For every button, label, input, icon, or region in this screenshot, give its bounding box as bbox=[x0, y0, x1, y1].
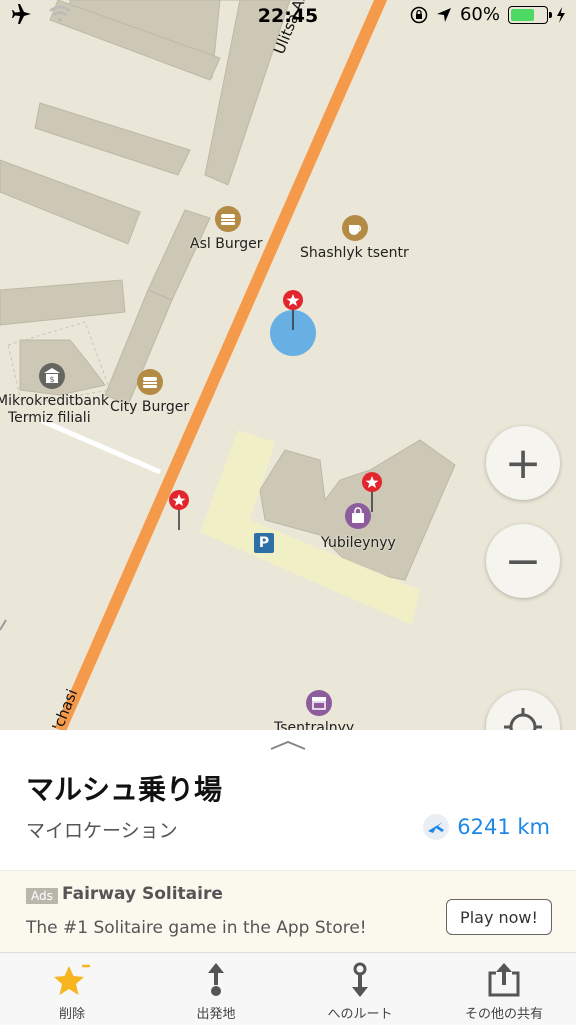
poi-label: Shashlyk tsentr bbox=[300, 245, 409, 261]
poi-mikrokreditbank[interactable]: $ bbox=[38, 362, 66, 390]
distance-indicator: 6241 km bbox=[423, 814, 550, 840]
plus-icon: + bbox=[504, 437, 542, 489]
route-start-icon bbox=[208, 963, 224, 996]
crosshair-icon bbox=[504, 708, 542, 730]
charging-bolt-icon bbox=[557, 6, 565, 23]
zoom-out-button[interactable]: − bbox=[486, 524, 560, 598]
building bbox=[0, 279, 126, 326]
ad-title[interactable]: Fairway Solitaire bbox=[62, 884, 223, 904]
bank-icon: $ bbox=[39, 363, 65, 389]
bottom-toolbar: 削除 出発地 へのルート その他の共有 bbox=[0, 952, 576, 1025]
building bbox=[147, 209, 211, 301]
tab-label: 削除 bbox=[58, 1007, 85, 1022]
star-icon bbox=[54, 964, 90, 995]
bookmark-pin[interactable] bbox=[282, 290, 304, 332]
battery-icon bbox=[508, 5, 552, 24]
coffee-cup-icon bbox=[342, 215, 368, 241]
burger-icon bbox=[215, 206, 241, 232]
footpath bbox=[39, 417, 161, 475]
poi-label: Mikrokreditbank bbox=[0, 393, 109, 409]
star-pin-icon bbox=[362, 472, 382, 512]
bookmark-pin[interactable] bbox=[168, 490, 190, 532]
direction-arrow-icon bbox=[423, 814, 450, 840]
poi-shashlyk-tsentr[interactable] bbox=[341, 214, 369, 242]
star-pin-icon bbox=[169, 490, 189, 530]
sheet-handle-chevron-icon[interactable] bbox=[270, 740, 306, 750]
building bbox=[0, 159, 141, 245]
map-canvas[interactable] bbox=[0, 0, 576, 730]
place-title: マルシュ乗り場 bbox=[26, 773, 223, 806]
poi-label: Tsentralnyy bbox=[274, 720, 355, 730]
poi-tsentralnyy[interactable] bbox=[305, 689, 333, 717]
share-icon bbox=[488, 963, 520, 997]
tab-route-to[interactable]: へのルート bbox=[288, 953, 432, 1025]
battery-percent: 60% bbox=[459, 4, 500, 25]
poi-label: City Burger bbox=[110, 399, 190, 415]
location-arrow-icon bbox=[436, 7, 451, 22]
zoom-in-button[interactable]: + bbox=[486, 426, 560, 500]
tab-label: 出発地 bbox=[196, 1007, 236, 1022]
market-icon bbox=[306, 690, 332, 716]
star-pin-icon bbox=[283, 290, 303, 330]
tab-label: へのルート bbox=[327, 1007, 393, 1022]
poi-label: Yubileynyy bbox=[321, 535, 396, 551]
place-sheet[interactable]: マルシュ乗り場 マイロケーション 6241 km bbox=[0, 730, 576, 870]
parking-icon: P bbox=[254, 533, 274, 553]
ad-banner[interactable]: Ads Fairway Solitaire The #1 Solitaire g… bbox=[0, 870, 576, 953]
map-view[interactable]: Ulitsa At-Termi o'chasi Asl Burger Shash… bbox=[0, 0, 576, 730]
svg-text:$: $ bbox=[49, 375, 54, 384]
orientation-lock-icon bbox=[410, 6, 428, 23]
my-location-button[interactable] bbox=[486, 690, 560, 730]
tab-delete-bookmark[interactable]: 削除 bbox=[0, 953, 144, 1025]
building bbox=[34, 102, 191, 176]
place-subtitle: マイロケーション bbox=[26, 820, 178, 842]
burger-icon bbox=[137, 369, 163, 395]
route-end-icon bbox=[352, 962, 368, 997]
minus-icon: − bbox=[504, 535, 542, 587]
poi-label: Asl Burger bbox=[190, 236, 263, 252]
tab-label: その他の共有 bbox=[464, 1007, 543, 1022]
status-bar: 22:45 60% bbox=[0, 0, 576, 32]
ad-description: The #1 Solitaire game in the App Store! bbox=[26, 918, 367, 938]
bookmark-pin[interactable] bbox=[361, 472, 383, 514]
ad-badge: Ads bbox=[26, 888, 58, 904]
poi-city-burger[interactable] bbox=[136, 368, 164, 396]
play-now-button[interactable]: Play now! bbox=[446, 899, 552, 935]
poi-label: Termiz filiali bbox=[8, 410, 91, 426]
poi-asl-burger[interactable] bbox=[214, 205, 242, 233]
distance-value: 6241 km bbox=[457, 815, 550, 839]
tab-route-from[interactable]: 出発地 bbox=[144, 953, 288, 1025]
tab-share[interactable]: その他の共有 bbox=[432, 953, 576, 1025]
